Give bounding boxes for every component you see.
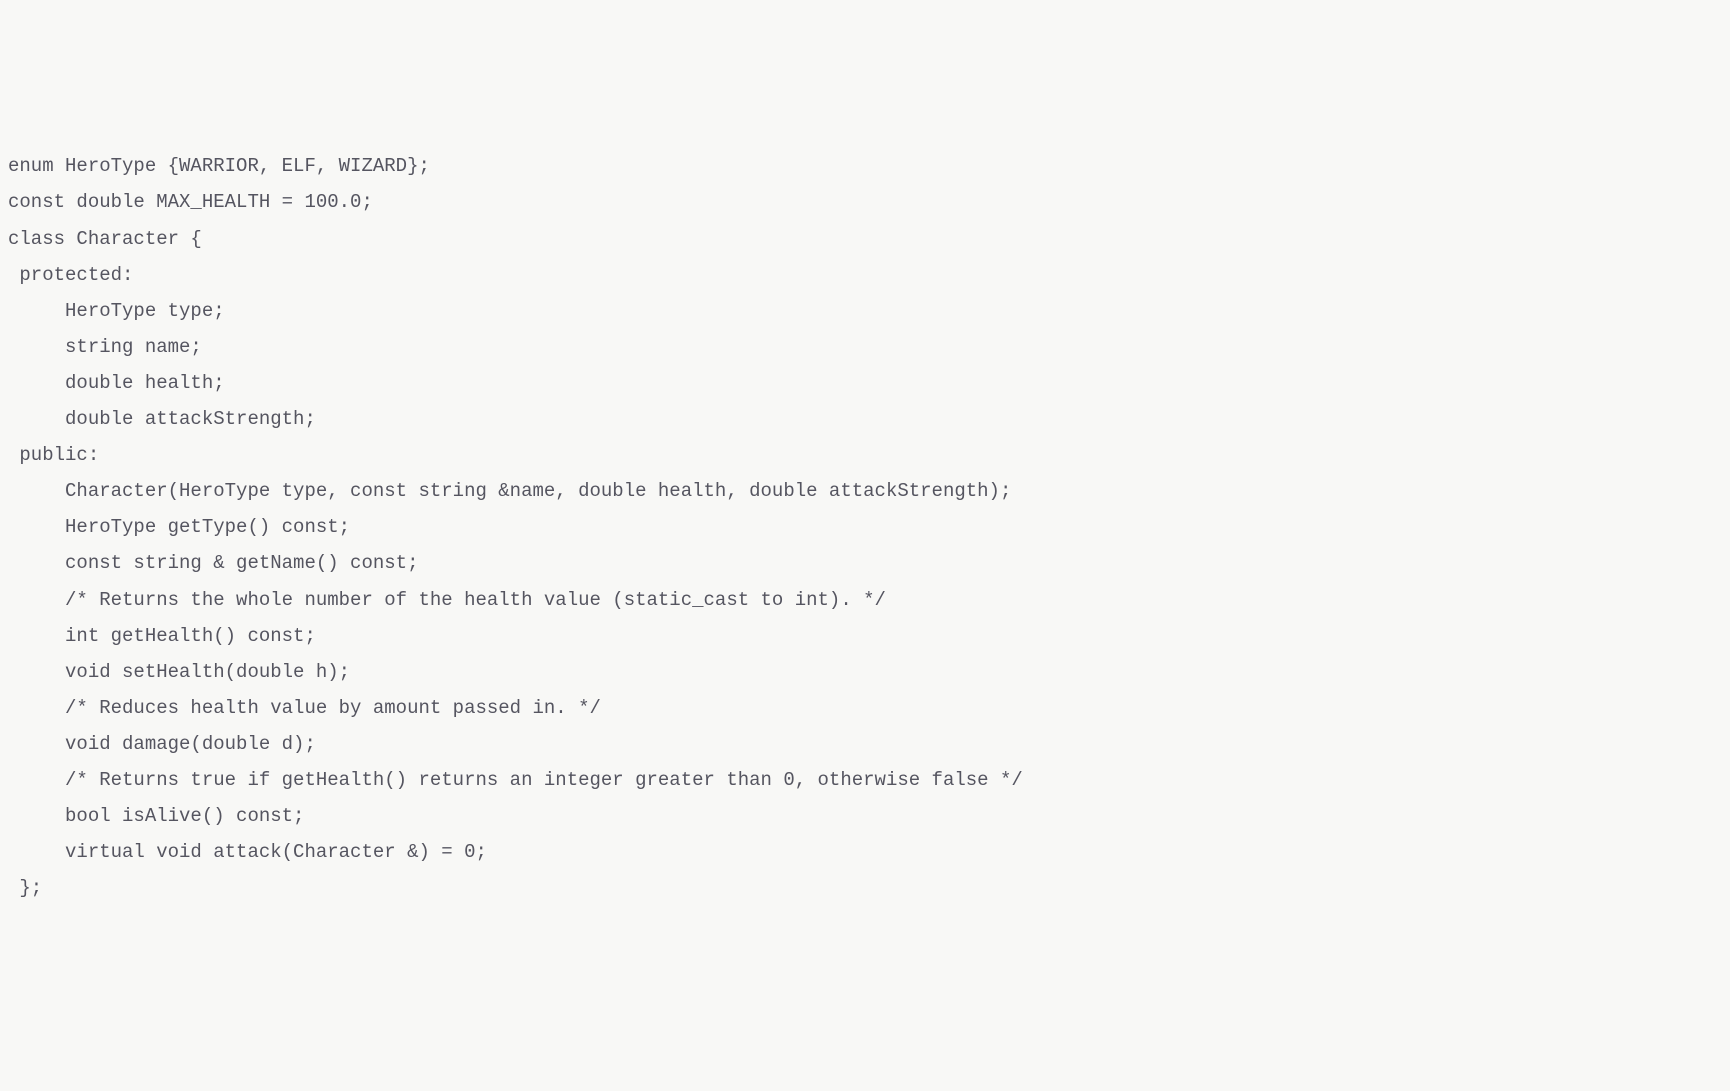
code-line: /* Reduces health value by amount passed… (8, 690, 1722, 726)
code-line: enum HeroType {WARRIOR, ELF, WIZARD}; (8, 148, 1722, 184)
code-line: double health; (8, 365, 1722, 401)
code-line: Character(HeroType type, const string &n… (8, 473, 1722, 509)
code-block: enum HeroType {WARRIOR, ELF, WIZARD};con… (8, 148, 1722, 906)
code-line: protected: (8, 257, 1722, 293)
code-line: class Character { (8, 221, 1722, 257)
code-line: const double MAX_HEALTH = 100.0; (8, 184, 1722, 220)
code-line: string name; (8, 329, 1722, 365)
code-line: public: (8, 437, 1722, 473)
code-line: void setHealth(double h); (8, 654, 1722, 690)
code-line: const string & getName() const; (8, 545, 1722, 581)
code-line: bool isAlive() const; (8, 798, 1722, 834)
code-line: void damage(double d); (8, 726, 1722, 762)
code-line: /* Returns true if getHealth() returns a… (8, 762, 1722, 798)
code-line: virtual void attack(Character &) = 0; (8, 834, 1722, 870)
code-line: HeroType getType() const; (8, 509, 1722, 545)
code-line: /* Returns the whole number of the healt… (8, 582, 1722, 618)
code-line: int getHealth() const; (8, 618, 1722, 654)
code-line: HeroType type; (8, 293, 1722, 329)
code-line: double attackStrength; (8, 401, 1722, 437)
code-line: }; (8, 870, 1722, 906)
